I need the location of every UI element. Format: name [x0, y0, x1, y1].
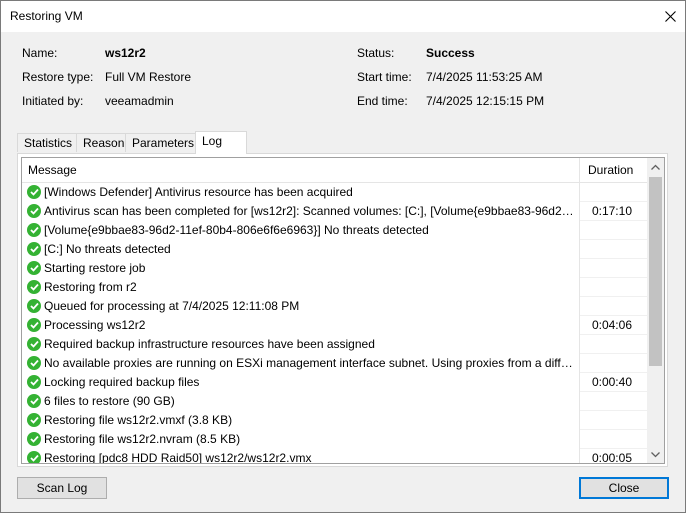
- log-message: No available proxies are running on ESXi…: [44, 356, 576, 370]
- scrollbar-thumb[interactable]: [649, 177, 662, 366]
- name-value: ws12r2: [105, 46, 146, 60]
- success-check-icon: [27, 432, 41, 446]
- success-check-icon: [27, 185, 41, 199]
- tab-log[interactable]: Log: [195, 131, 247, 154]
- chevron-down-icon: [651, 451, 660, 457]
- scroll-up-button[interactable]: [647, 158, 664, 175]
- log-row[interactable]: Starting restore job: [22, 259, 648, 278]
- log-message: 6 files to restore (90 GB): [44, 394, 175, 408]
- vertical-scrollbar[interactable]: [647, 158, 664, 463]
- log-duration: [582, 335, 632, 354]
- tab-reason[interactable]: Reason: [76, 133, 126, 152]
- log-duration: 0:04:06: [591, 318, 632, 332]
- success-check-icon: [27, 242, 41, 256]
- success-check-icon: [27, 451, 41, 463]
- log-message: [Windows Defender] Antivirus resource ha…: [44, 185, 353, 199]
- log-message: Queued for processing at 7/4/2025 12:11:…: [44, 299, 300, 313]
- log-grid-header: Message Duration: [22, 158, 648, 183]
- log-duration: [582, 354, 632, 373]
- restore-type-label: Restore type:: [22, 70, 94, 84]
- log-duration: [582, 430, 632, 449]
- log-row[interactable]: Processing ws12r2 0:04:06: [22, 316, 648, 335]
- log-duration: [582, 259, 632, 278]
- close-button[interactable]: Close: [579, 477, 669, 499]
- log-grid[interactable]: Message Duration [Windows Defender] Anti…: [21, 157, 665, 464]
- success-check-icon: [27, 280, 41, 294]
- close-icon: [664, 10, 676, 22]
- log-message: [C:] No threats detected: [44, 242, 171, 256]
- scan-log-button[interactable]: Scan Log: [17, 477, 107, 499]
- log-row[interactable]: Restoring file ws12r2.vmxf (3.8 KB): [22, 411, 648, 430]
- log-rows: [Windows Defender] Antivirus resource ha…: [22, 183, 648, 464]
- end-time-label: End time:: [357, 94, 408, 108]
- log-row[interactable]: Restoring from r2: [22, 278, 648, 297]
- log-row[interactable]: Required backup infrastructure resources…: [22, 335, 648, 354]
- log-message: Locking required backup files: [44, 375, 200, 389]
- window-title: Restoring VM: [10, 9, 83, 23]
- log-row[interactable]: Restoring [pdc8 HDD Raid50] ws12r2/ws12r…: [22, 449, 648, 464]
- success-check-icon: [27, 394, 41, 408]
- success-check-icon: [27, 337, 41, 351]
- column-header-duration[interactable]: Duration: [588, 158, 633, 182]
- title-bar: Restoring VM: [1, 1, 685, 32]
- success-check-icon: [27, 318, 41, 332]
- log-row[interactable]: Queued for processing at 7/4/2025 12:11:…: [22, 297, 648, 316]
- log-message: Required backup infrastructure resources…: [44, 337, 375, 351]
- log-row[interactable]: Antivirus scan has been completed for [w…: [22, 202, 648, 221]
- log-duration: [582, 183, 632, 202]
- log-message: Restoring file ws12r2.nvram (8.5 KB): [44, 432, 241, 446]
- tab-statistics[interactable]: Statistics: [17, 133, 77, 152]
- success-check-icon: [27, 223, 41, 237]
- restore-type-value: Full VM Restore: [105, 70, 192, 84]
- log-duration: [582, 240, 632, 259]
- log-row[interactable]: 6 files to restore (90 GB): [22, 392, 648, 411]
- log-row[interactable]: Locking required backup files 0:00:40: [22, 373, 648, 392]
- chevron-up-icon: [651, 164, 660, 170]
- log-row[interactable]: [Volume{e9bbae83-96d2-11ef-80b4-806e6f6e…: [22, 221, 648, 240]
- log-row[interactable]: Restoring file ws12r2.nvram (8.5 KB): [22, 430, 648, 449]
- log-duration: [582, 392, 632, 411]
- log-message: Restoring from r2: [44, 280, 137, 294]
- tab-parameters[interactable]: Parameters: [125, 133, 196, 152]
- start-time-value: 7/4/2025 11:53:25 AM: [426, 70, 543, 84]
- column-header-message[interactable]: Message: [28, 158, 77, 182]
- log-row[interactable]: [C:] No threats detected: [22, 240, 648, 259]
- log-message: [Volume{e9bbae83-96d2-11ef-80b4-806e6f6e…: [44, 223, 429, 237]
- success-check-icon: [27, 299, 41, 313]
- log-duration: 0:17:10: [591, 204, 632, 218]
- log-message: Processing ws12r2: [44, 318, 146, 332]
- success-check-icon: [27, 413, 41, 427]
- log-duration: [582, 221, 632, 240]
- initiated-by-label: Initiated by:: [22, 94, 84, 108]
- name-label: Name:: [22, 46, 58, 60]
- success-check-icon: [27, 204, 41, 218]
- log-tab-panel: Message Duration [Windows Defender] Anti…: [17, 153, 668, 467]
- scroll-down-button[interactable]: [647, 446, 664, 463]
- end-time-value: 7/4/2025 12:15:15 PM: [426, 94, 545, 108]
- window-close-button[interactable]: [655, 1, 685, 31]
- log-message: Starting restore job: [44, 261, 146, 275]
- status-label: Status:: [357, 46, 395, 60]
- log-row[interactable]: [Windows Defender] Antivirus resource ha…: [22, 183, 648, 202]
- initiated-by-value: veeamadmin: [105, 94, 174, 108]
- log-duration: [582, 411, 632, 430]
- success-check-icon: [27, 375, 41, 389]
- log-message: Restoring [pdc8 HDD Raid50] ws12r2/ws12r…: [44, 451, 312, 464]
- log-duration: [582, 278, 632, 297]
- log-duration: 0:00:40: [591, 375, 632, 389]
- status-value: Success: [426, 46, 475, 60]
- log-duration: [582, 297, 632, 316]
- log-row[interactable]: No available proxies are running on ESXi…: [22, 354, 648, 373]
- log-message: Restoring file ws12r2.vmxf (3.8 KB): [44, 413, 233, 427]
- start-time-label: Start time:: [357, 70, 412, 84]
- log-duration: 0:00:05: [591, 451, 632, 464]
- log-message: Antivirus scan has been completed for [w…: [44, 204, 576, 218]
- success-check-icon: [27, 356, 41, 370]
- restoring-vm-dialog: Restoring VM Name: ws12r2 Restore type: …: [0, 0, 686, 513]
- success-check-icon: [27, 261, 41, 275]
